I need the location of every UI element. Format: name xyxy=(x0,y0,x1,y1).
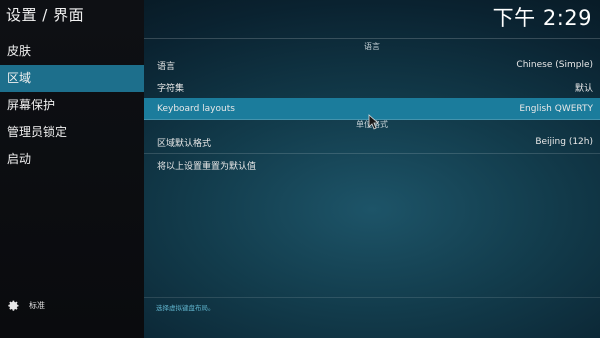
sidebar-item-startup[interactable]: 启动 xyxy=(0,146,144,173)
sidebar-item-screensaver[interactable]: 屏幕保护 xyxy=(0,92,144,119)
sidebar-item-skin[interactable]: 皮肤 xyxy=(0,38,144,65)
screen: 设置 / 界面 皮肤 区域 屏幕保护 管理员锁定 启动 标准 下午 2:29 语… xyxy=(0,0,600,338)
sidebar-item-master-lock[interactable]: 管理员锁定 xyxy=(0,119,144,146)
settings-list: 语言 语言 Chinese (Simple) 字符集 默认 Keyboard l… xyxy=(144,38,600,338)
divider xyxy=(144,297,600,298)
setting-label: 字符集 xyxy=(157,83,185,94)
sidebar: 设置 / 界面 皮肤 区域 屏幕保护 管理员锁定 启动 标准 xyxy=(0,0,144,338)
gear-icon xyxy=(8,300,19,311)
setting-label: 语言 xyxy=(157,61,176,72)
clock: 下午 2:29 xyxy=(492,6,592,30)
setting-value: Beijing (12h) xyxy=(535,137,593,147)
setting-charset[interactable]: 字符集 默认 xyxy=(144,76,600,98)
section-header-language: 语言 xyxy=(144,38,600,54)
setting-value: English QWERTY xyxy=(519,104,593,114)
setting-label: 区域默认格式 xyxy=(157,138,212,149)
setting-value: 默认 xyxy=(574,83,593,94)
setting-description: 选择虚拟键盘布局。 xyxy=(156,304,215,312)
setting-language[interactable]: 语言 Chinese (Simple) xyxy=(144,54,600,76)
reset-defaults-button[interactable]: 将以上设置重置为默认值 xyxy=(144,154,600,176)
setting-value: Chinese (Simple) xyxy=(516,60,593,70)
sidebar-nav: 皮肤 区域 屏幕保护 管理员锁定 启动 xyxy=(0,38,144,173)
settings-level-label: 标准 xyxy=(29,300,45,310)
setting-region-format[interactable]: 区域默认格式 Beijing (12h) xyxy=(144,131,600,153)
mouse-cursor-icon xyxy=(368,114,379,130)
page-title: 设置 / 界面 xyxy=(6,6,85,24)
setting-label: Keyboard layouts xyxy=(157,104,235,114)
setting-label: 将以上设置重置为默认值 xyxy=(157,161,257,172)
sidebar-item-region[interactable]: 区域 xyxy=(0,65,144,92)
settings-level-button[interactable]: 标准 xyxy=(6,297,45,313)
